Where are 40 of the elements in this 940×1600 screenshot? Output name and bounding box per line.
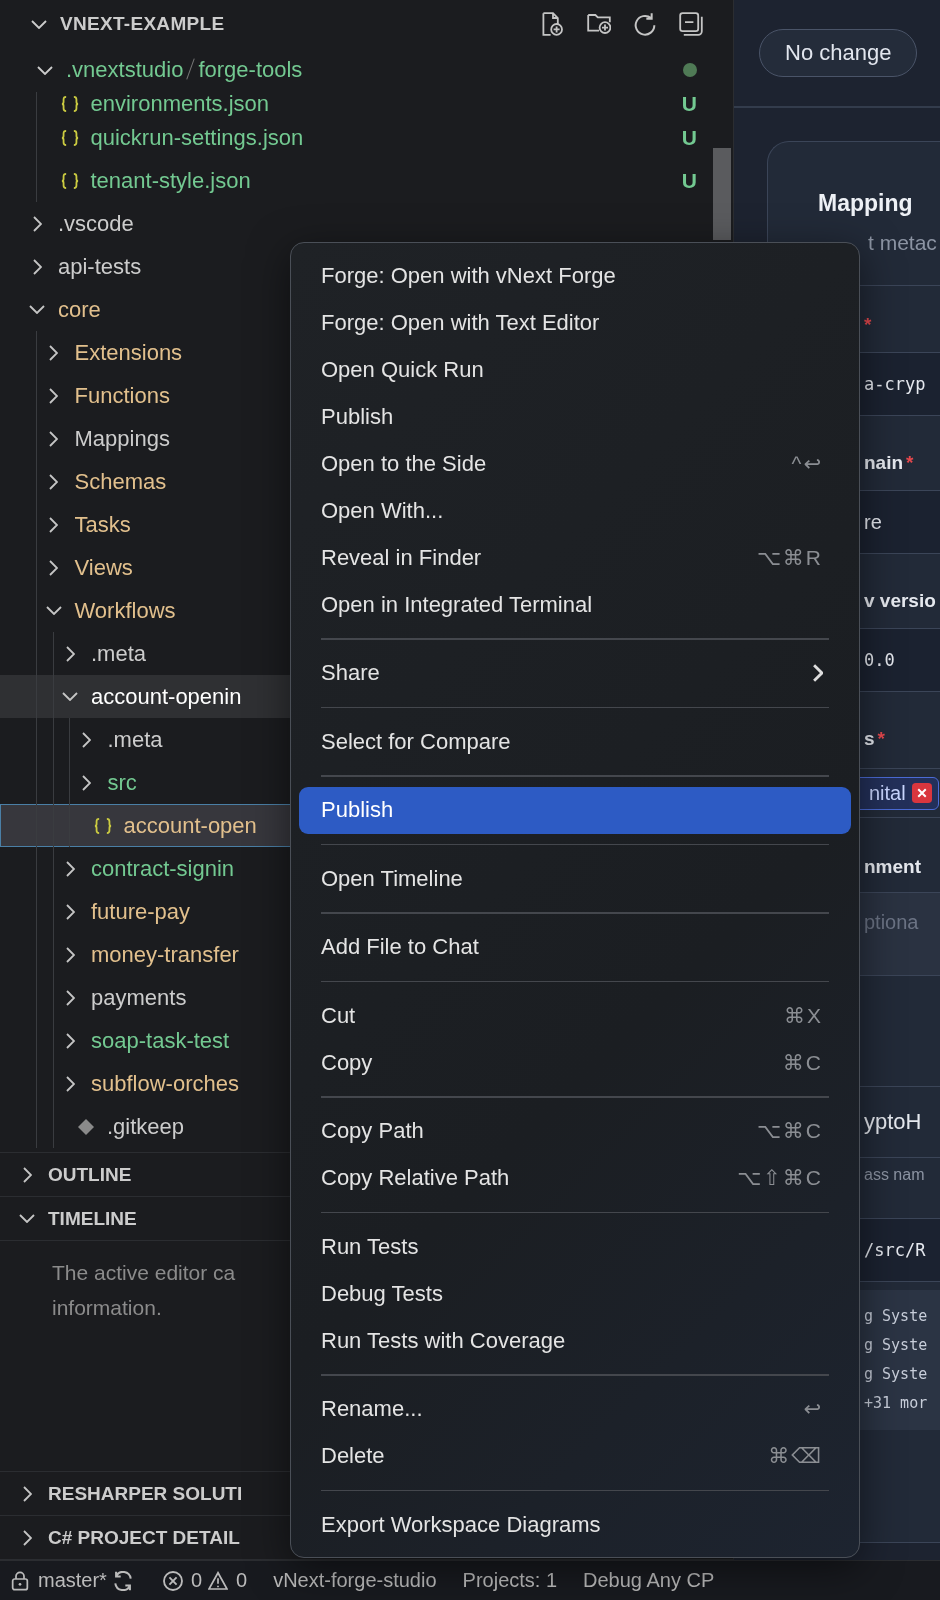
file-name: subflow-orches [91,1070,239,1097]
file-name: Functions [74,382,170,409]
warning-count: 0 [236,1569,248,1592]
file-name: Mappings [74,425,170,452]
field-label: v versio [864,590,936,612]
card-title: Mapping [818,190,913,216]
file-name: Workflows [74,597,176,624]
file-name: future-pay [91,898,191,925]
file-name: money-transfer [91,941,239,968]
file-name: .meta [107,726,163,753]
file-name: payments [91,984,187,1011]
file-name: Extensions [74,339,183,366]
file-name: Views [74,554,133,581]
file-name: api-tests [58,253,142,280]
file-name: environments.json [90,91,270,117]
field-label: * [864,314,872,336]
timeline-message: The active editor ca information. [52,1260,236,1321]
file-name: soap-task-test [91,1027,230,1054]
file-name: .gitkeep [107,1113,185,1140]
file-name: contract-signin [91,855,235,882]
file-name: tenant-style.json [90,167,251,194]
git-status: U [681,125,697,150]
git-status: U [681,168,697,193]
file-name: account-open [123,812,257,839]
field-label: nment [864,856,921,878]
error-count: 0 [190,1569,203,1592]
file-name: .meta [91,640,147,667]
field-label: s* [864,728,885,750]
file-name: quickrun-settings.json [90,124,304,151]
file-name: account-openin [91,683,242,710]
card-subtitle: t metac [868,231,937,254]
file-name: src [107,769,137,796]
file-name: core [58,296,101,323]
file-name: .vscode [58,210,134,237]
field-label: nain* [864,452,914,474]
field-hint: ass nam [864,1166,925,1183]
file-name: Tasks [74,511,131,538]
explorer-title: VNEXT-EXAMPLE [60,13,225,35]
file-name: Schemas [74,468,167,495]
git-status: U [681,92,697,116]
